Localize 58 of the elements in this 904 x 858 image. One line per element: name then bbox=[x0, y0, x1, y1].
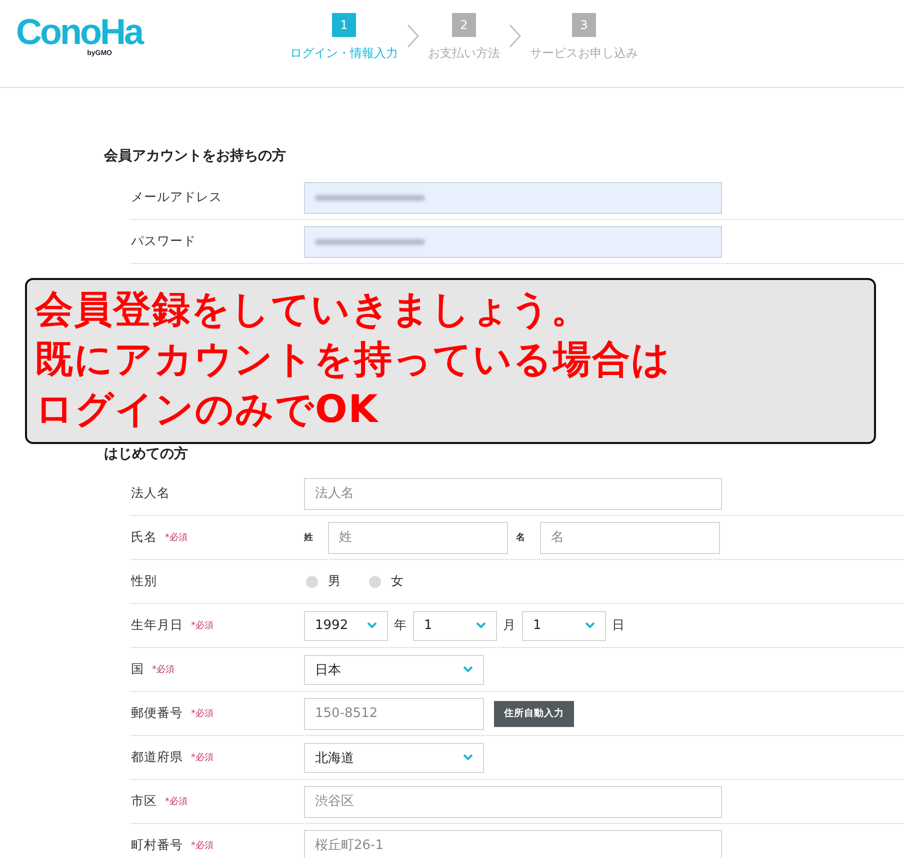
field-label: 国 bbox=[131, 661, 144, 678]
callout-text: 既にアカウントを持っている場合は bbox=[35, 336, 672, 383]
required-mark: *必須 bbox=[191, 708, 214, 720]
step-number: 3 bbox=[572, 13, 596, 37]
input-field[interactable] bbox=[304, 226, 722, 258]
radio-option[interactable]: 男 bbox=[306, 573, 341, 590]
input-field[interactable]: 150-8512 bbox=[304, 698, 484, 730]
required-mark: *必須 bbox=[191, 840, 214, 852]
required-mark: *必須 bbox=[191, 752, 214, 764]
field-label: 町村番号 bbox=[131, 837, 183, 854]
chevron-down-icon bbox=[585, 622, 595, 629]
date-unit-label: 日 bbox=[612, 617, 625, 634]
dropdown[interactable]: 北海道 bbox=[304, 742, 484, 772]
input-field[interactable]: 姓 bbox=[328, 522, 508, 554]
step-number: 2 bbox=[452, 13, 476, 37]
chevron-right-icon bbox=[406, 23, 420, 49]
chevron-down-icon bbox=[463, 754, 473, 761]
radio-option[interactable]: 女 bbox=[369, 573, 404, 590]
section-title: 会員アカウントをお持ちの方 bbox=[104, 146, 287, 166]
input-field[interactable] bbox=[304, 182, 722, 214]
step-label: お支払い方法 bbox=[428, 45, 500, 62]
step-number: 1 bbox=[332, 13, 356, 37]
field-label: 郵便番号 bbox=[131, 705, 183, 722]
input-field[interactable]: 渋谷区 bbox=[304, 786, 722, 818]
field-label: 法人名 bbox=[131, 485, 170, 502]
name-part-label: 姓 bbox=[304, 532, 314, 544]
dropdown[interactable]: 1 bbox=[413, 610, 497, 640]
dropdown[interactable]: 日本 bbox=[304, 654, 484, 684]
input-field[interactable]: 法人名 bbox=[304, 478, 722, 510]
required-mark: *必須 bbox=[152, 664, 174, 676]
field-label: 都道府県 bbox=[131, 749, 183, 766]
chevron-down-icon bbox=[367, 622, 377, 629]
date-unit-label: 月 bbox=[503, 617, 516, 634]
callout-text: ログインのみでOK bbox=[35, 386, 380, 433]
field-label: メールアドレス bbox=[131, 189, 222, 206]
callout-text: 会員登録をしていきましょう。 bbox=[35, 286, 591, 333]
input-field[interactable]: 名 bbox=[540, 522, 720, 554]
name-part-label: 名 bbox=[516, 532, 526, 544]
required-mark: *必須 bbox=[191, 620, 214, 632]
field-label: 性別 bbox=[131, 573, 157, 590]
chevron-down-icon bbox=[463, 666, 473, 673]
required-mark: *必須 bbox=[165, 796, 188, 808]
field-label: 市区 bbox=[131, 793, 157, 810]
dropdown[interactable]: 1992 bbox=[304, 610, 388, 640]
step-label: サービスお申し込み bbox=[530, 45, 638, 62]
field-label: 生年月日 bbox=[131, 617, 183, 634]
chevron-down-icon bbox=[476, 622, 486, 629]
section-title: はじめての方 bbox=[104, 444, 189, 464]
autofill-address-button[interactable]: 住所自動入力 bbox=[494, 700, 574, 726]
chevron-right-icon bbox=[508, 23, 522, 49]
date-unit-label: 年 bbox=[394, 617, 407, 634]
dropdown[interactable]: 1 bbox=[522, 610, 606, 640]
field-label: 氏名 bbox=[131, 529, 157, 546]
step-label: ログイン・情報入力 bbox=[290, 45, 398, 62]
logo-text: ConoHa bbox=[16, 14, 142, 50]
field-label: パスワード bbox=[131, 233, 196, 250]
required-mark: *必須 bbox=[165, 532, 188, 544]
input-field[interactable]: 桜丘町26-1 bbox=[304, 830, 722, 858]
